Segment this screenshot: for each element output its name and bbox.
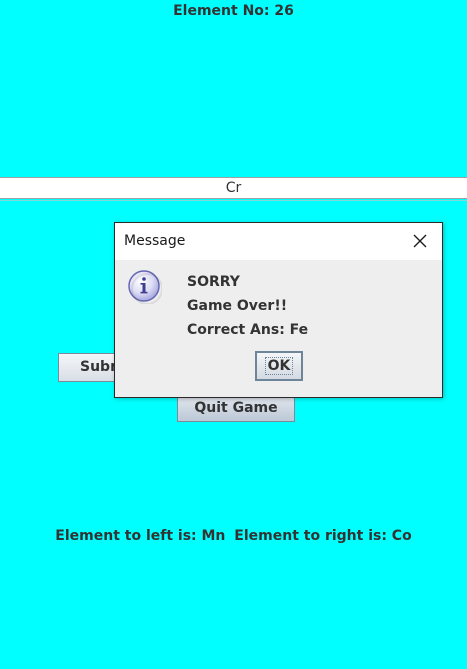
message-dialog: Message SORRY Game Over!! Correct Ans: F…: [114, 222, 443, 398]
element-number-label: Element No: 26: [173, 3, 294, 19]
quit-game-button[interactable]: Quit Game: [177, 394, 295, 422]
ok-button[interactable]: OK: [255, 351, 303, 381]
close-button[interactable]: [398, 223, 442, 260]
answer-input[interactable]: Cr: [0, 177, 467, 199]
left-neighbor-label: Element to left is: Mn: [55, 528, 226, 544]
focus-ring: [265, 357, 293, 375]
message-game-over: Game Over!!: [187, 298, 288, 314]
message-correct-answer: Correct Ans: Fe: [187, 322, 309, 338]
divider: [0, 200, 467, 201]
dialog-title: Message: [124, 233, 186, 249]
info-icon: [128, 270, 162, 304]
neighbor-hints: Element to left is: Mn Element to right …: [0, 528, 467, 544]
right-neighbor-label: Element to right is: Co: [234, 528, 412, 544]
message-heading: SORRY: [187, 274, 240, 290]
close-icon: [413, 234, 427, 248]
dialog-titlebar[interactable]: Message: [115, 223, 442, 260]
